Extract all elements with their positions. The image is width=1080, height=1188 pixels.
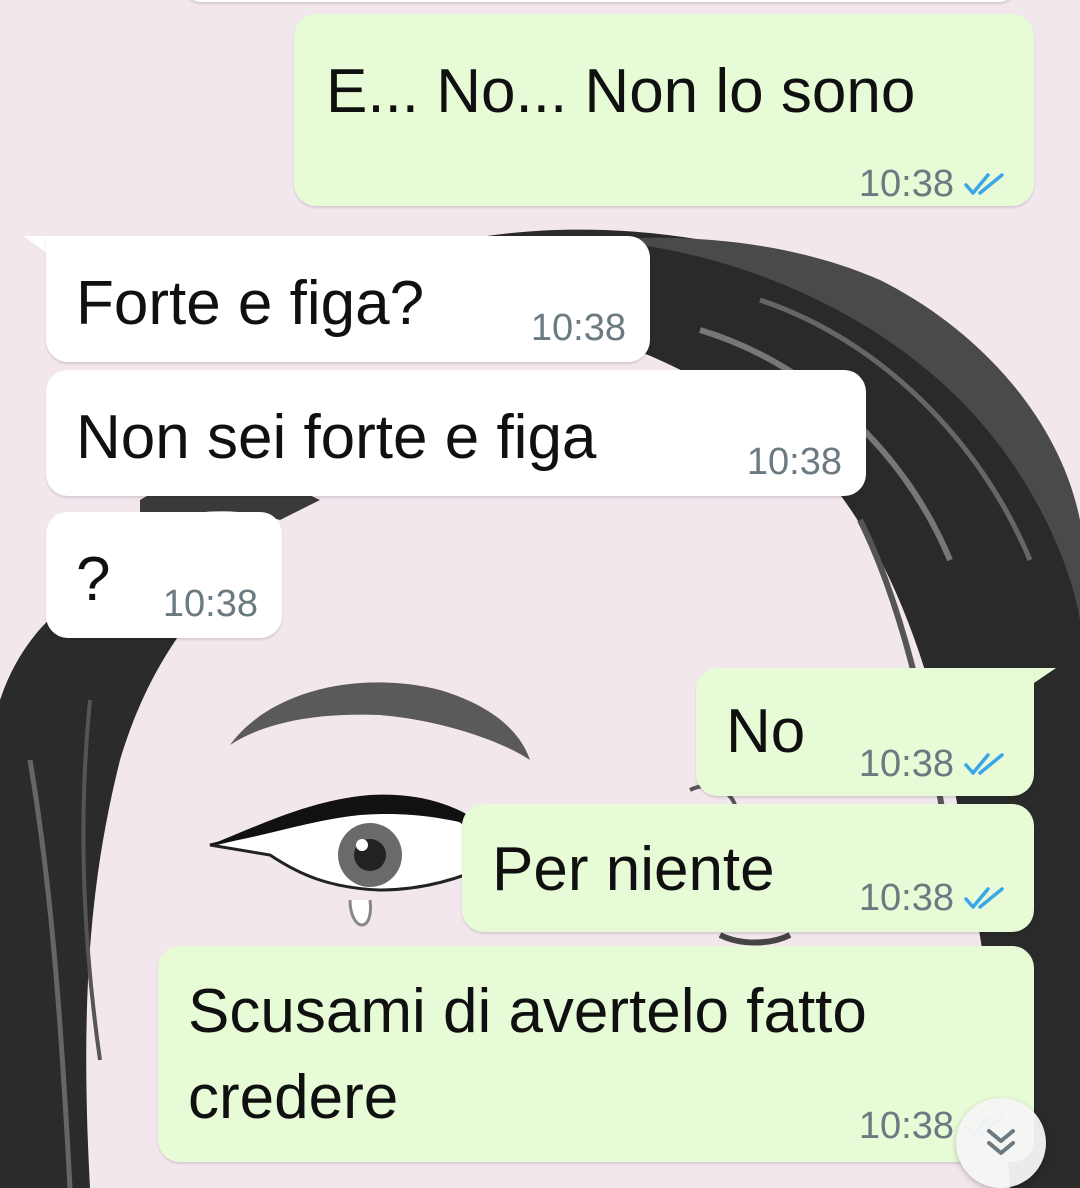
message-meta: 10:38 [859, 744, 1006, 784]
message-text: ? [76, 545, 111, 614]
message-text-line-1: Scusami di avertelo fatto [188, 977, 867, 1046]
message-time: 10:38 [530, 307, 626, 349]
outgoing-message-bubble[interactable]: E... No... Non lo sono 10:38 [294, 14, 1034, 206]
incoming-message-bubble[interactable]: Non sei forte e figa 10:38 [46, 370, 866, 496]
outgoing-message-bubble[interactable]: No 10:38 [696, 668, 1034, 796]
double-check-read-icon [964, 173, 1004, 195]
incoming-message-bubble[interactable]: ? 10:38 [46, 512, 282, 638]
message-time: 10:38 [746, 441, 842, 483]
message-text: Per niente [492, 835, 775, 904]
incoming-message-bubble[interactable]: Forte e figa? 10:38 [46, 236, 650, 362]
message-text: Forte e figa? [76, 269, 425, 338]
message-text: No [726, 697, 806, 766]
message-time: 10:38 [858, 743, 954, 785]
double-check-read-icon [964, 753, 1004, 775]
double-chevron-down-icon [987, 1129, 1015, 1155]
message-time: 10:38 [858, 1105, 954, 1147]
message-text-line-2: credere [188, 1063, 399, 1132]
message-meta: 10:38 [859, 164, 1006, 204]
outgoing-message-bubble[interactable]: Per niente 10:38 [462, 804, 1034, 932]
previous-message-bubble [180, 0, 1020, 2]
outgoing-message-bubble[interactable]: Scusami di avertelo fatto credere 10:38 [158, 946, 1034, 1162]
message-meta: 10:38 [859, 878, 1006, 918]
message-text: E... No... Non lo sono [326, 57, 916, 126]
message-time: 10:38 [162, 583, 258, 625]
message-time: 10:38 [858, 877, 954, 919]
message-text: Non sei forte e figa [76, 403, 597, 472]
message-time: 10:38 [858, 163, 954, 205]
double-check-read-icon [964, 887, 1004, 909]
scroll-to-bottom-button[interactable] [956, 1098, 1046, 1188]
